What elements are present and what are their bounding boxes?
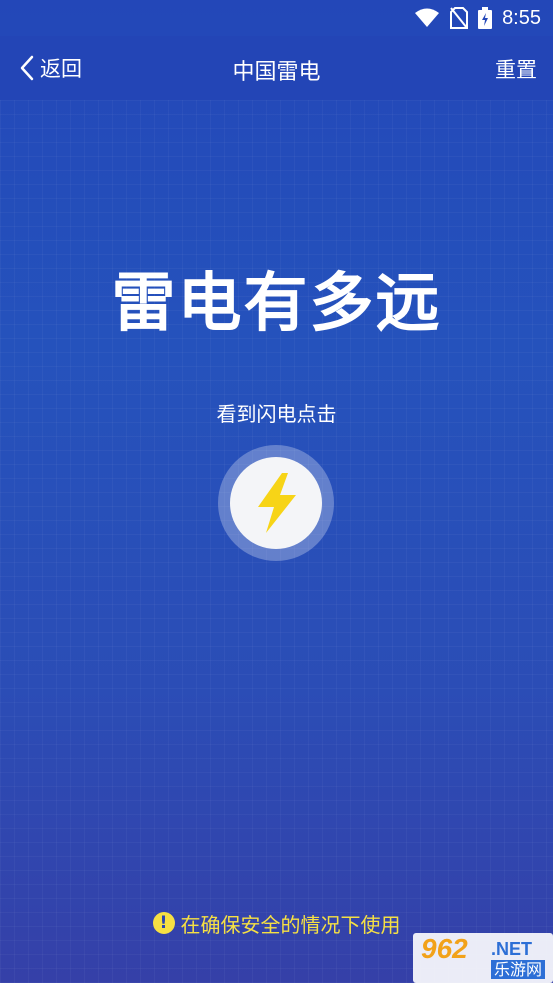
battery-charging-icon — [478, 7, 493, 29]
watermark-suffix: .NET — [491, 939, 533, 959]
no-sim-icon — [450, 7, 469, 29]
watermark-site: 乐游网 — [491, 960, 546, 979]
wifi-icon — [415, 8, 440, 27]
hint-text: 看到闪电点击 — [216, 402, 337, 426]
page-title: 中国雷电 — [232, 60, 321, 85]
flash-button[interactable] — [218, 445, 334, 561]
flash-button-face[interactable] — [230, 457, 322, 549]
lightning-bolt-icon — [258, 473, 296, 533]
headline: 雷电有多远 — [111, 267, 442, 341]
status-bar: 8:55 — [0, 0, 553, 36]
status-time: 8:55 — [502, 6, 541, 29]
watermark-logo: 962 .NET 乐游网 — [413, 933, 553, 983]
nav-bar: 返回 中国雷电 重置 — [0, 36, 553, 100]
warning-icon: ! — [152, 912, 175, 934]
warning-text: 在确保安全的情况下使用 — [180, 912, 401, 937]
watermark-number: 962 — [421, 933, 468, 964]
reset-button[interactable]: 重置 — [495, 54, 537, 84]
